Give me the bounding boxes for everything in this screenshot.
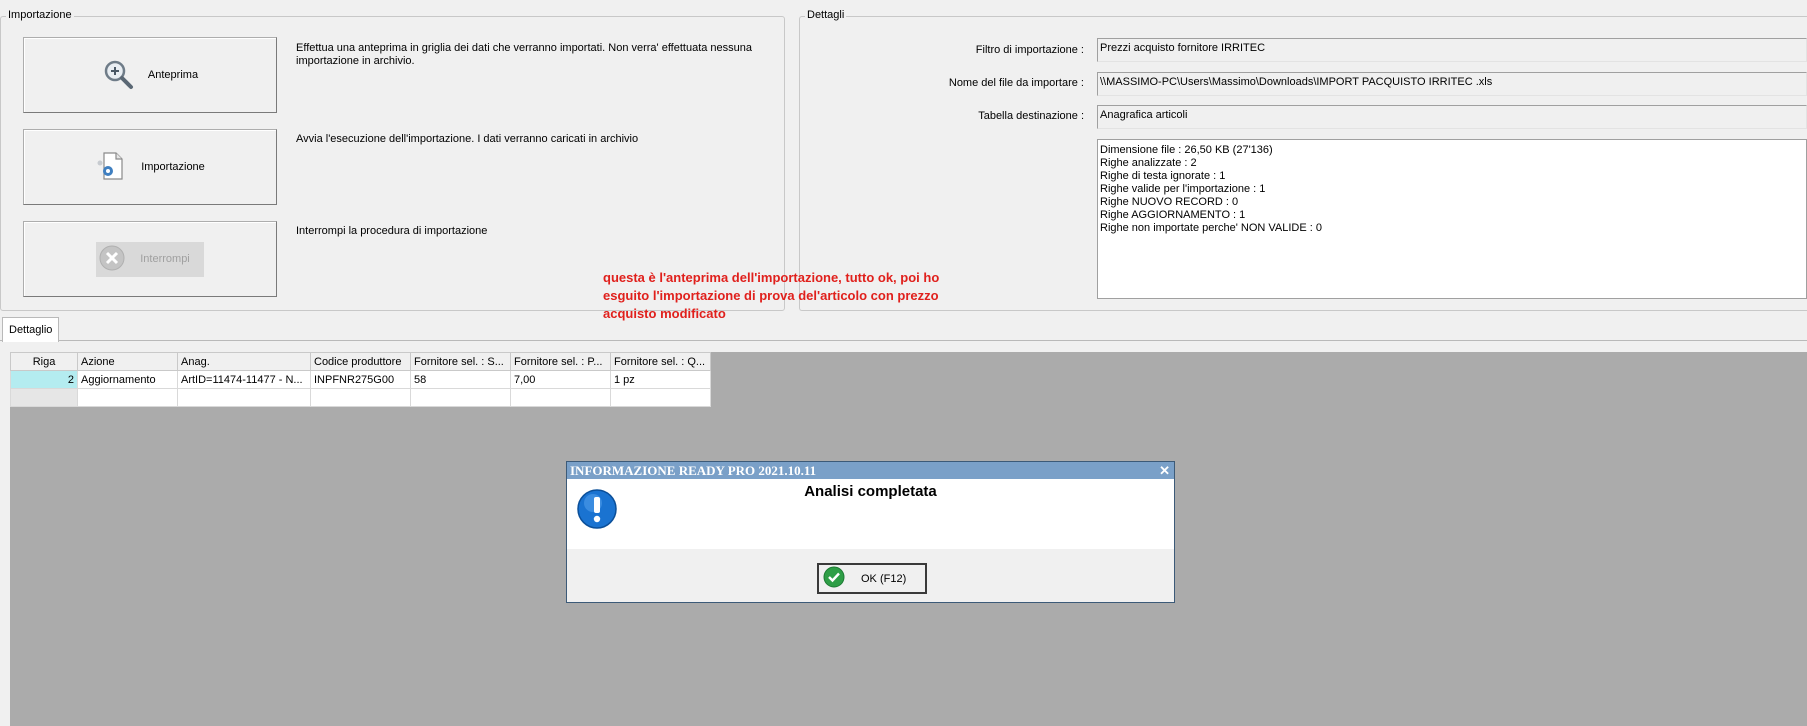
cell-codice[interactable]: INPFNR275G00 [310,370,411,389]
log-line: Righe valide per l'importazione : 1 [1100,183,1266,195]
interrompi-label: Interrompi [140,253,190,265]
close-icon[interactable]: ✕ [1159,462,1170,479]
cell-empty[interactable] [177,388,311,407]
log-line: Dimensione file : 26,50 KB (27'136) [1100,144,1273,156]
cell-fornitore-p[interactable]: 7,00 [510,370,611,389]
import-log[interactable]: Dimensione file : 26,50 KB (27'136) Righ… [1097,139,1807,299]
importazione-description: Avvia l'esecuzione dell'importazione. I … [296,133,639,145]
importazione-button[interactable]: Importazione [23,129,277,205]
magnifier-plus-icon [102,58,134,93]
interrompi-description: Interrompi la procedura di importazione [296,225,488,237]
preview-grid: Riga Azione Anag. Codice produttore Forn… [10,352,711,407]
annotation-note: questa è l'anteprima dell'importazione, … [603,269,963,323]
col-header-fornitore-q[interactable]: Fornitore sel. : Q... [610,352,711,371]
tab-strip-line [0,340,1807,341]
note-line: esguito l'importazione di prova del'arti… [603,288,939,303]
cell-empty[interactable] [310,388,411,407]
anteprima-label: Anteprima [147,69,199,81]
dialog-title: INFORMAZIONE READY PRO 2021.10.11 [570,463,817,478]
log-line: Righe AGGIORNAMENTO : 1 [1100,209,1246,221]
anteprima-description: Effettua una anteprima in griglia dei da… [296,42,753,67]
cell-fornitore-s[interactable]: 58 [410,370,511,389]
document-gear-icon [95,150,127,185]
table-row-empty[interactable] [10,388,711,407]
filtro-field[interactable]: Prezzi acquisto fornitore IRRITEC [1097,38,1807,62]
importazione-legend: Importazione [6,9,74,21]
dialog-body: Analisi completata [567,479,1174,549]
log-line: Righe di testa ignorate : 1 [1100,170,1226,182]
cell-empty[interactable] [77,388,178,407]
cell-empty[interactable] [610,388,711,407]
filtro-label: Filtro di importazione : [975,44,1084,56]
cell-empty[interactable] [10,388,78,407]
ok-label: OK (F12) [861,572,907,585]
cell-anag[interactable]: ArtID=11474-11477 - N... [177,370,311,389]
table-row[interactable]: 2 Aggiornamento ArtID=11474-11477 - N...… [10,370,711,389]
col-header-fornitore-p[interactable]: Fornitore sel. : P... [510,352,611,371]
file-field[interactable]: \\MASSIMO-PC\Users\Massimo\Downloads\IMP… [1097,72,1807,96]
importazione-label: Importazione [141,161,205,173]
log-line: Righe non importate perche' NON VALIDE :… [1100,222,1323,234]
cell-azione[interactable]: Aggiornamento [77,370,178,389]
cell-fornitore-q[interactable]: 1 pz [610,370,711,389]
info-dialog: INFORMAZIONE READY PRO 2021.10.11 ✕ Anal… [566,461,1175,603]
col-header-fornitore-s[interactable]: Fornitore sel. : S... [410,352,511,371]
col-header-riga[interactable]: Riga [10,352,78,371]
dialog-title-bar: INFORMAZIONE READY PRO 2021.10.11 ✕ [567,462,1174,479]
cell-riga[interactable]: 2 [10,370,78,389]
cancel-circle-icon [98,244,126,275]
interrompi-button[interactable]: Interrompi [23,221,277,297]
log-line: Righe analizzate : 2 [1100,157,1197,169]
tabella-field[interactable]: Anagrafica articoli [1097,105,1807,129]
tab-dettaglio[interactable]: Dettaglio [2,317,60,342]
col-header-azione[interactable]: Azione [77,352,178,371]
dettagli-legend: Dettagli [805,9,847,21]
cell-empty[interactable] [510,388,611,407]
grid-header-row: Riga Azione Anag. Codice produttore Forn… [10,352,711,371]
tabella-label: Tabella destinazione : [978,110,1084,122]
col-header-codice-produttore[interactable]: Codice produttore [310,352,411,371]
note-line: acquisto modificato [603,306,726,321]
dialog-message: Analisi completata [804,483,937,500]
anteprima-button[interactable]: Anteprima [23,37,277,113]
note-line: questa è l'anteprima dell'importazione, … [603,270,940,285]
log-line: Righe NUOVO RECORD : 0 [1100,196,1239,208]
check-icon [823,566,845,591]
col-header-anag[interactable]: Anag. [177,352,311,371]
file-label: Nome del file da importare : [948,77,1084,89]
cell-empty[interactable] [410,388,511,407]
ok-button[interactable]: OK (F12) [817,563,927,594]
